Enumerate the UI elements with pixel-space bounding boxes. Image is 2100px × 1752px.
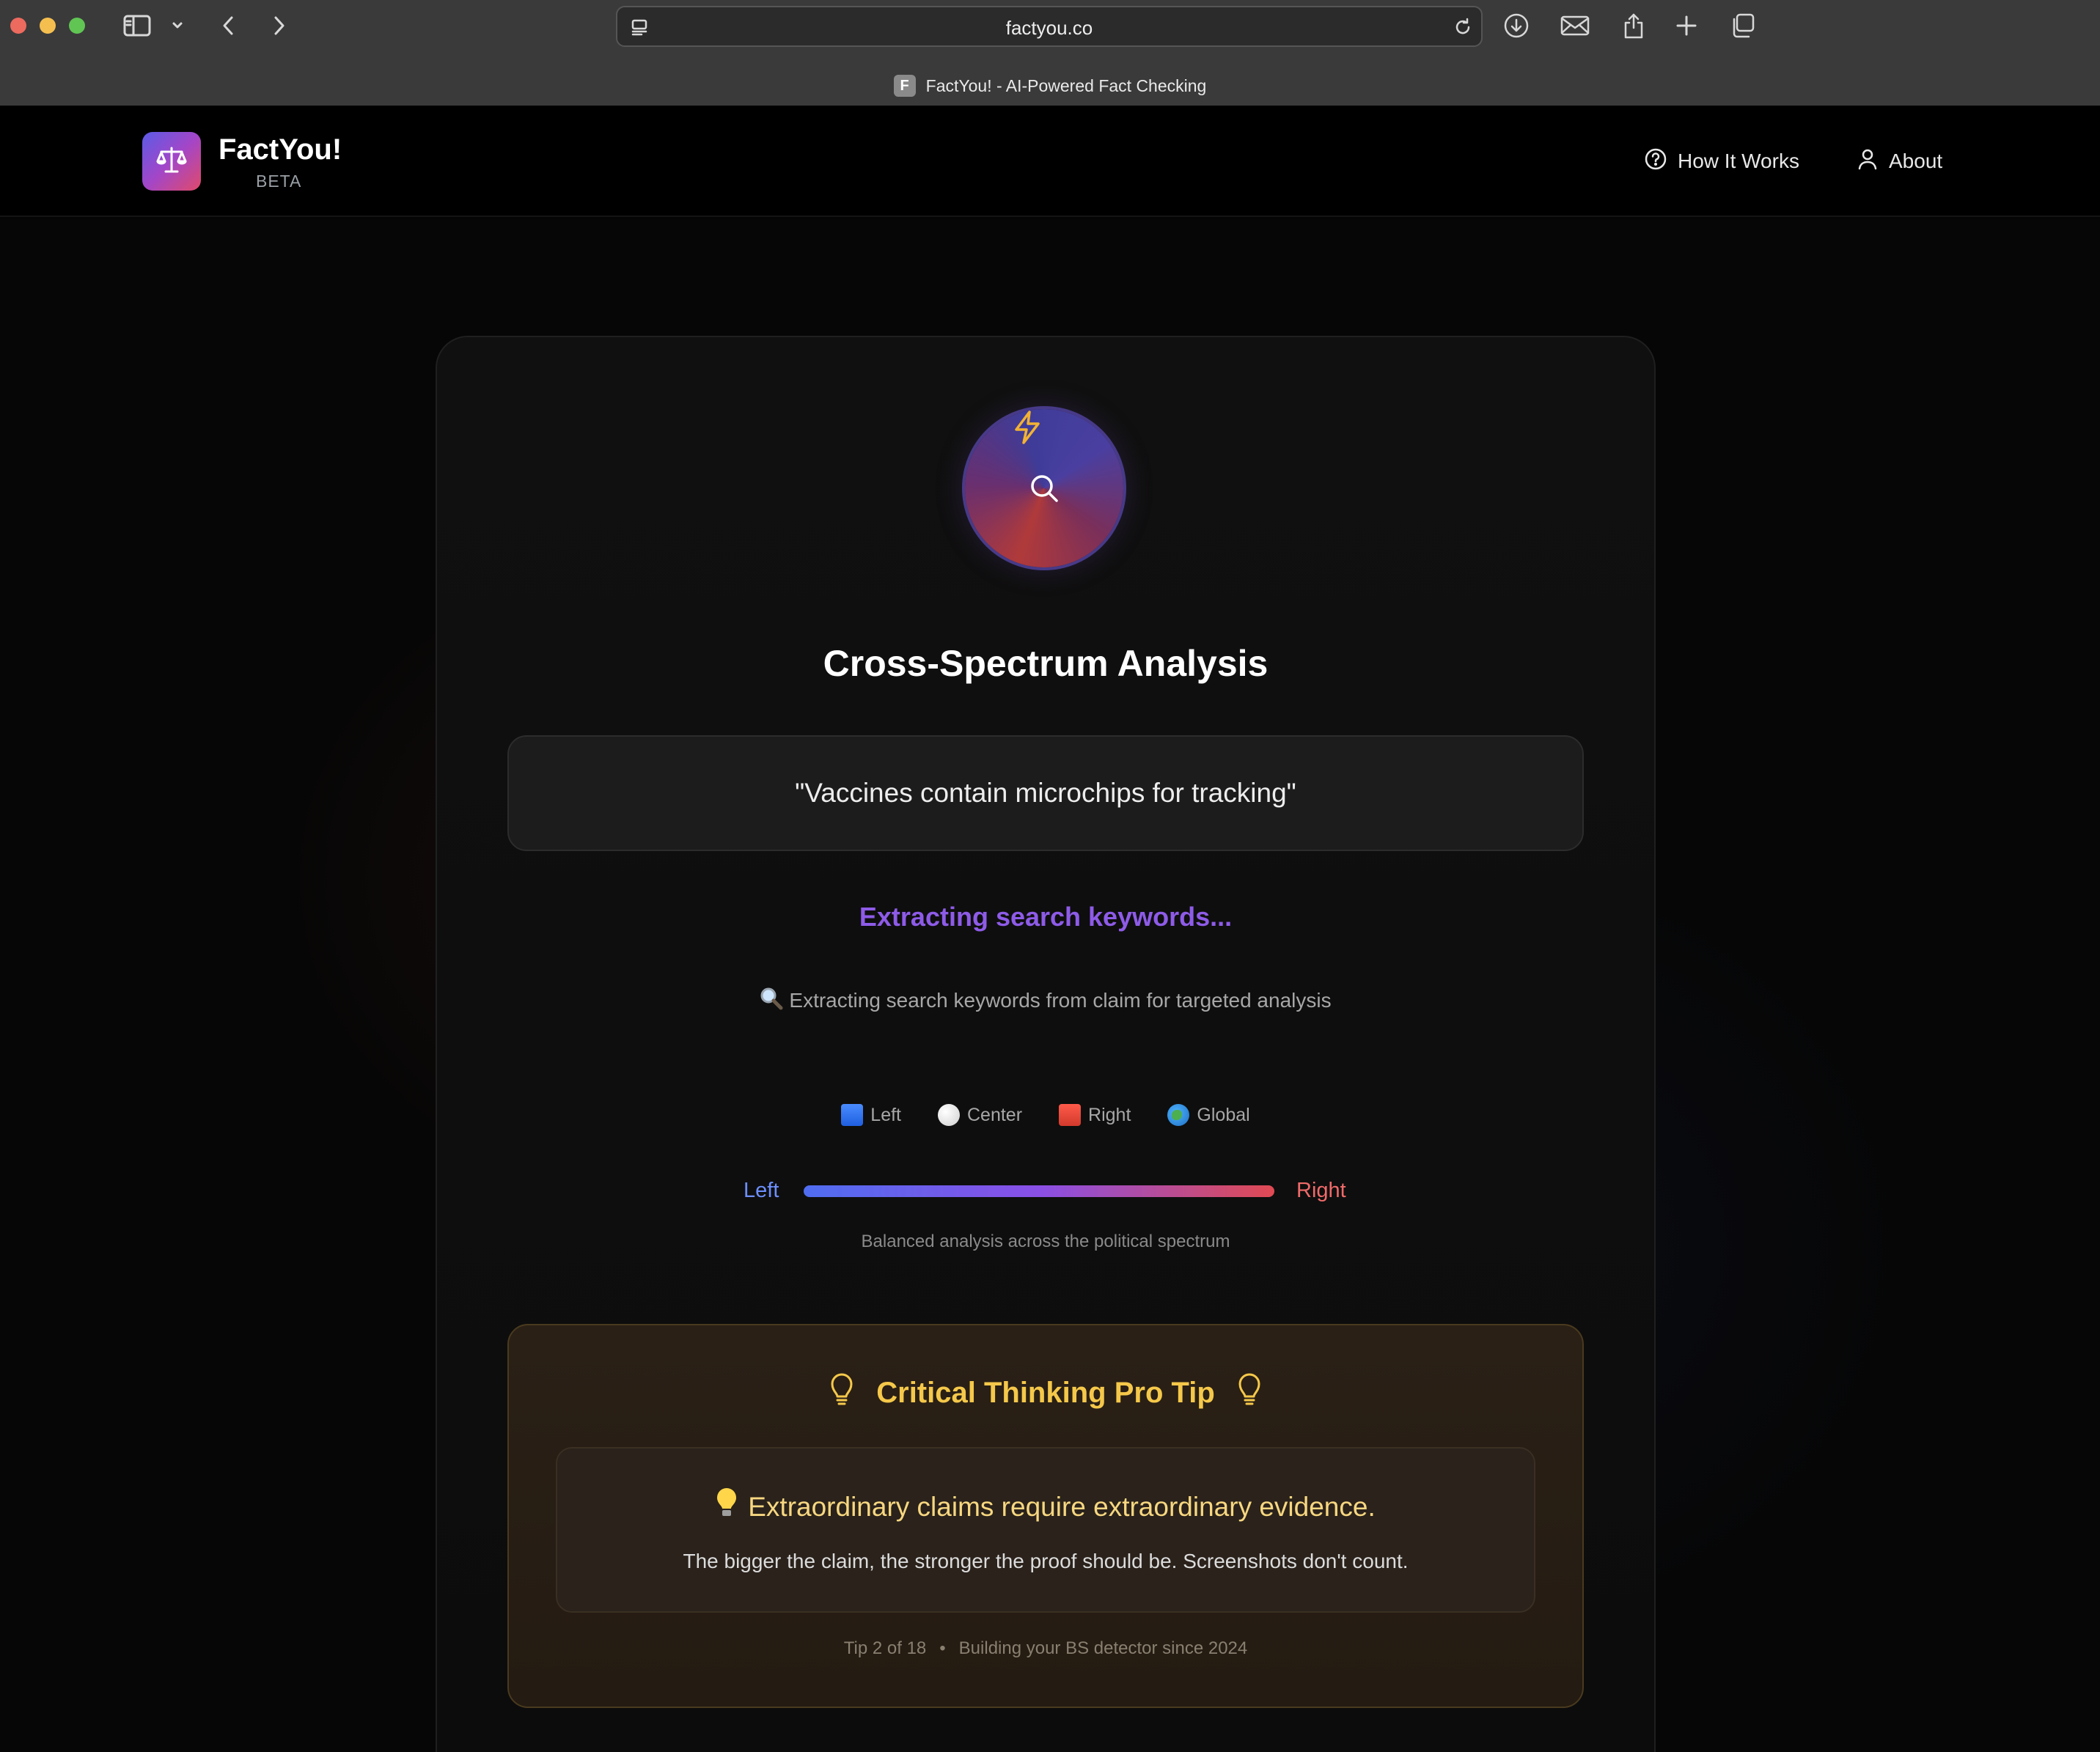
reload-icon[interactable] [1452,12,1474,43]
spectrum-legend: Left Center Right Global [436,1104,1656,1126]
legend-global-label: Global [1197,1104,1250,1125]
legend-center: Center [938,1104,1022,1126]
globe-icon [1167,1104,1190,1126]
legend-right-label: Right [1088,1104,1131,1125]
site-header: FactYou! BETA How It Works About [0,106,2100,217]
logo[interactable] [142,132,201,191]
tip-footer: Tip 2 of 18 • Building your BS detector … [507,1638,1584,1659]
close-window-button[interactable] [10,18,26,34]
browser-toolbar: factyou.co [0,0,2100,53]
lightbulb-icon [1237,1372,1262,1413]
address-bar[interactable]: factyou.co [616,6,1483,47]
back-icon[interactable] [217,10,239,41]
tabs-overview-icon[interactable] [1728,10,1757,41]
white-circle-icon [938,1104,960,1126]
lightbulb-icon [829,1372,854,1413]
sidebar-icon[interactable] [122,10,153,41]
red-square-icon [1059,1104,1082,1126]
spectrum-caption: Balanced analysis across the political s… [861,1232,1230,1251]
tip-main: Extraordinary claims require extraordina… [556,1488,1535,1525]
tip-content-box [556,1447,1535,1613]
nav-about[interactable]: About [1857,147,1942,176]
mail-icon[interactable] [1559,10,1591,41]
blue-square-icon [841,1104,864,1126]
download-icon[interactable] [1502,10,1531,41]
legend-global: Global [1167,1104,1250,1126]
page-title: Cross-Spectrum Analysis [823,643,1269,684]
status-detail: Extracting search keywords from claim fo… [436,987,1656,1015]
user-icon [1857,147,1879,176]
legend-center-label: Center [967,1104,1023,1125]
nav-how-it-works-label: How It Works [1678,150,1799,172]
browser-tab[interactable]: F FactYou! - AI-Powered Fact Checking [0,67,2100,104]
zoom-window-button[interactable] [69,18,85,34]
claim-text: "Vaccines contain microchips for trackin… [795,778,1296,808]
lightbulb-emoji-icon [716,1488,738,1525]
legend-right: Right [1059,1104,1131,1126]
bolt-icon [1010,409,1044,446]
magnifier-emoji-icon [760,987,783,1015]
minimize-window-button[interactable] [40,18,56,34]
spectrum-right-label: Right [1296,1179,1346,1202]
tip-heading-text: Critical Thinking Pro Tip [876,1376,1215,1409]
status-text: Extracting search keywords... [859,902,1233,932]
nav-how-it-works[interactable]: How It Works [1644,147,1799,176]
url-text: factyou.co [1005,17,1093,39]
tip-sub-text: The bigger the claim, the stronger the p… [683,1550,1409,1572]
new-tab-icon[interactable] [1675,10,1698,41]
tab-title: FactYou! - AI-Powered Fact Checking [925,76,1207,95]
legend-left: Left [841,1104,901,1126]
tip-main-text: Extraordinary claims require extraordina… [748,1491,1376,1522]
chevron-down-icon[interactable] [169,10,186,41]
favicon: F [893,75,916,97]
spectrum-bar [804,1185,1274,1197]
tip-heading: Critical Thinking Pro Tip [507,1372,1584,1413]
status-detail-text: Extracting search keywords from claim fo… [789,989,1332,1012]
beta-badge: BETA [256,172,302,191]
help-circle-icon [1644,147,1667,176]
forward-icon[interactable] [268,10,290,41]
tip-separator: • [939,1638,946,1658]
share-icon[interactable] [1620,10,1647,41]
tip-tagline: Building your BS detector since 2024 [958,1638,1248,1658]
browser-chrome: factyou.co F FactYou! - AI-Powered Fact … [0,0,2100,106]
scale-icon [155,144,188,180]
legend-left-label: Left [870,1104,901,1125]
brand-name[interactable]: FactYou! [219,133,342,166]
claim-box: "Vaccines contain microchips for trackin… [507,735,1584,851]
tip-counter: Tip 2 of 18 [843,1638,927,1658]
search-icon [1028,472,1060,504]
nav-about-label: About [1889,150,1943,172]
spectrum-left-label: Left [744,1179,779,1202]
